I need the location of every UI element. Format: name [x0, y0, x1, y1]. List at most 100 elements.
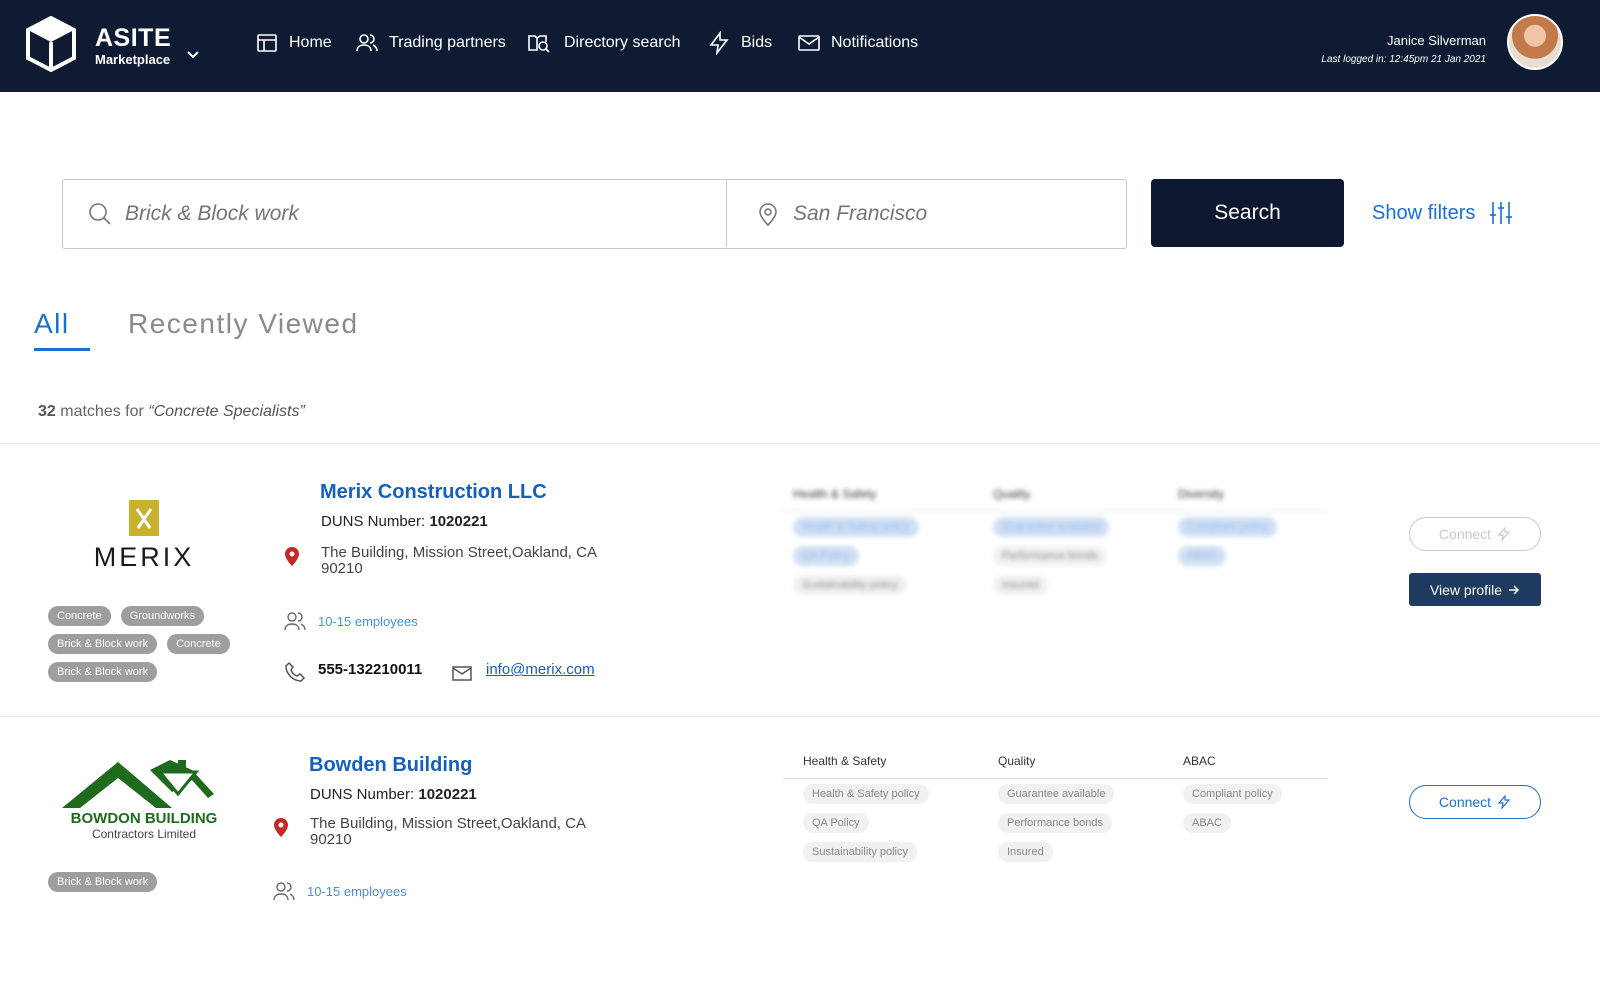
- compliance-col-quality: Quality Guarantee available Performance …: [993, 487, 1110, 595]
- compliance-tag: Health & Safety policy: [793, 517, 919, 537]
- employees-icon: [284, 612, 306, 631]
- tab-recently-viewed[interactable]: Recently Viewed: [128, 308, 359, 340]
- phone-number[interactable]: 555-132210011: [318, 661, 422, 678]
- duns-value: 1020221: [429, 513, 488, 530]
- nav-home-label: Home: [289, 34, 332, 51]
- compliance-header: Health & Safety: [803, 754, 887, 768]
- view-profile-label: View profile: [1429, 581, 1503, 598]
- search-icon: [89, 202, 111, 225]
- merix-tags: Concrete Groundworks Brick & Block work …: [48, 606, 248, 682]
- compliance-tag: Compliant policy: [1178, 517, 1277, 537]
- nav-bids-label: Bids: [741, 34, 773, 51]
- bowdon-logo-text: BOWDON BUILDING: [70, 810, 218, 827]
- nav-home[interactable]: Home: [255, 30, 332, 56]
- merix-logo: MERIX: [92, 500, 196, 572]
- compliance-col-health-safety: Health & Safety Health & Safety policy Q…: [803, 754, 929, 862]
- compliance-tag: ABAC: [1183, 813, 1231, 833]
- nav-notifications[interactable]: Notifications: [797, 30, 918, 56]
- compliance-tag: QA Policy: [793, 546, 859, 566]
- search-bar: [62, 179, 1127, 249]
- compliance-tag: Performance bonds: [998, 813, 1112, 833]
- connect-button[interactable]: Connect: [1409, 785, 1541, 819]
- compliance-tag: Health & Safety policy: [803, 784, 929, 804]
- connect-label: Connect: [1438, 794, 1492, 810]
- nav-directory-search-label: Directory search: [564, 34, 681, 51]
- compliance-tag: Sustainability policy: [803, 842, 917, 862]
- compliance-col-diversity: Diversity Compliant policy ABAC: [1178, 487, 1277, 566]
- compliance-header: ABAC: [1183, 754, 1216, 768]
- directory-search-icon: [528, 35, 550, 53]
- brand[interactable]: ASITE Marketplace: [95, 26, 171, 67]
- compliance-tag: Insured: [998, 842, 1053, 862]
- email-link[interactable]: info@merix.com: [486, 661, 595, 678]
- company-name[interactable]: Merix Construction LLC: [320, 481, 547, 504]
- arrow-right-icon: [1509, 584, 1520, 595]
- nav-directory-search[interactable]: Directory search: [524, 30, 680, 56]
- nav-trading-partners[interactable]: Trading partners: [355, 30, 506, 56]
- home-icon: [257, 34, 277, 52]
- mail-icon: [798, 35, 820, 51]
- compliance-tag: Performance bonds: [993, 546, 1107, 566]
- results-count: 32: [38, 403, 56, 420]
- nav-trading-partners-label: Trading partners: [389, 34, 506, 51]
- company-card-merix: MERIX Concrete Groundworks Brick & Block…: [0, 444, 1600, 716]
- trade-tag[interactable]: Brick & Block work: [48, 662, 158, 682]
- keyword-input[interactable]: [125, 201, 585, 226]
- mail-icon: [452, 666, 472, 681]
- compliance-panel-locked: Health & Safety Health & Safety policy Q…: [783, 487, 1328, 617]
- company-card-bowden: BOWDON BUILDING Contractors Limited Bric…: [0, 717, 1600, 1000]
- trade-tag[interactable]: Groundworks: [120, 606, 205, 626]
- compliance-header: Health & Safety: [793, 487, 877, 501]
- company-name[interactable]: Bowden Building: [309, 754, 472, 777]
- employee-count: 10-15 employees: [318, 614, 418, 629]
- top-navbar: ASITE Marketplace Home Trading partners …: [0, 0, 1600, 92]
- compliance-tag: QA Policy: [803, 813, 869, 833]
- employees-icon: [273, 882, 295, 901]
- active-tab-indicator: [34, 348, 90, 351]
- lightning-icon: [1497, 527, 1511, 541]
- lightning-icon: [709, 31, 729, 55]
- company-address: The Building, Mission Street,Oakland, CA…: [310, 815, 586, 848]
- compliance-col-abac: ABAC Compliant policy ABAC: [1183, 754, 1282, 833]
- employee-count: 10-15 employees: [307, 884, 407, 899]
- bowden-tags: Brick & Block work: [48, 872, 248, 892]
- show-filters-label: Show filters: [1372, 201, 1476, 224]
- filter-sliders-icon: [1490, 202, 1513, 224]
- bowdon-logo: BOWDON BUILDING Contractors Limited: [60, 758, 228, 850]
- results-matches-text: matches for: [55, 403, 149, 420]
- users-icon: [356, 34, 378, 52]
- merix-emblem-icon: [129, 500, 159, 536]
- search-button[interactable]: Search: [1151, 179, 1344, 247]
- trade-tag[interactable]: Concrete: [48, 606, 111, 626]
- trade-tag[interactable]: Brick & Block work: [48, 634, 158, 654]
- chevron-down-icon[interactable]: [186, 50, 200, 60]
- show-filters-button[interactable]: Show filters: [1372, 199, 1515, 227]
- trade-tag[interactable]: Brick & Block work: [48, 872, 158, 892]
- trade-tag[interactable]: Concrete: [167, 634, 230, 654]
- compliance-tag: Sustainability policy: [793, 575, 907, 595]
- tab-all[interactable]: All: [34, 308, 70, 340]
- connect-button-disabled[interactable]: Connect: [1409, 517, 1541, 551]
- merix-logo-text: MERIX: [93, 542, 195, 572]
- map-pin-icon: [285, 547, 299, 566]
- compliance-col-quality: Quality Guarantee available Performance …: [998, 754, 1115, 862]
- nav-bids[interactable]: Bids: [707, 30, 772, 56]
- user-info[interactable]: Janice Silverman Last logged in: 12:45pm…: [1321, 33, 1486, 65]
- compliance-header: Diversity: [1178, 487, 1225, 501]
- last-logged-in: Last logged in: 12:45pm 21 Jan 2021: [1321, 54, 1486, 65]
- duns-number: DUNS Number: 1020221: [310, 786, 477, 803]
- nav-notifications-label: Notifications: [831, 34, 919, 51]
- asite-logo-icon[interactable]: [26, 16, 76, 72]
- view-profile-button[interactable]: View profile: [1409, 573, 1541, 606]
- bowdon-logo-subtext: Contractors Limited: [91, 827, 197, 841]
- results-query: “Concrete Specialists”: [148, 403, 305, 420]
- compliance-header: Quality: [998, 754, 1036, 768]
- compliance-tag: Guarantee available: [993, 517, 1110, 537]
- phone-icon: [285, 661, 306, 682]
- compliance-panel: Health & Safety Health & Safety policy Q…: [783, 754, 1328, 884]
- house-roof-icon: [62, 760, 214, 808]
- compliance-tag: Guarantee available: [998, 784, 1115, 804]
- avatar[interactable]: [1507, 14, 1563, 70]
- location-input[interactable]: [793, 201, 1113, 226]
- location-pin-icon: [759, 202, 777, 226]
